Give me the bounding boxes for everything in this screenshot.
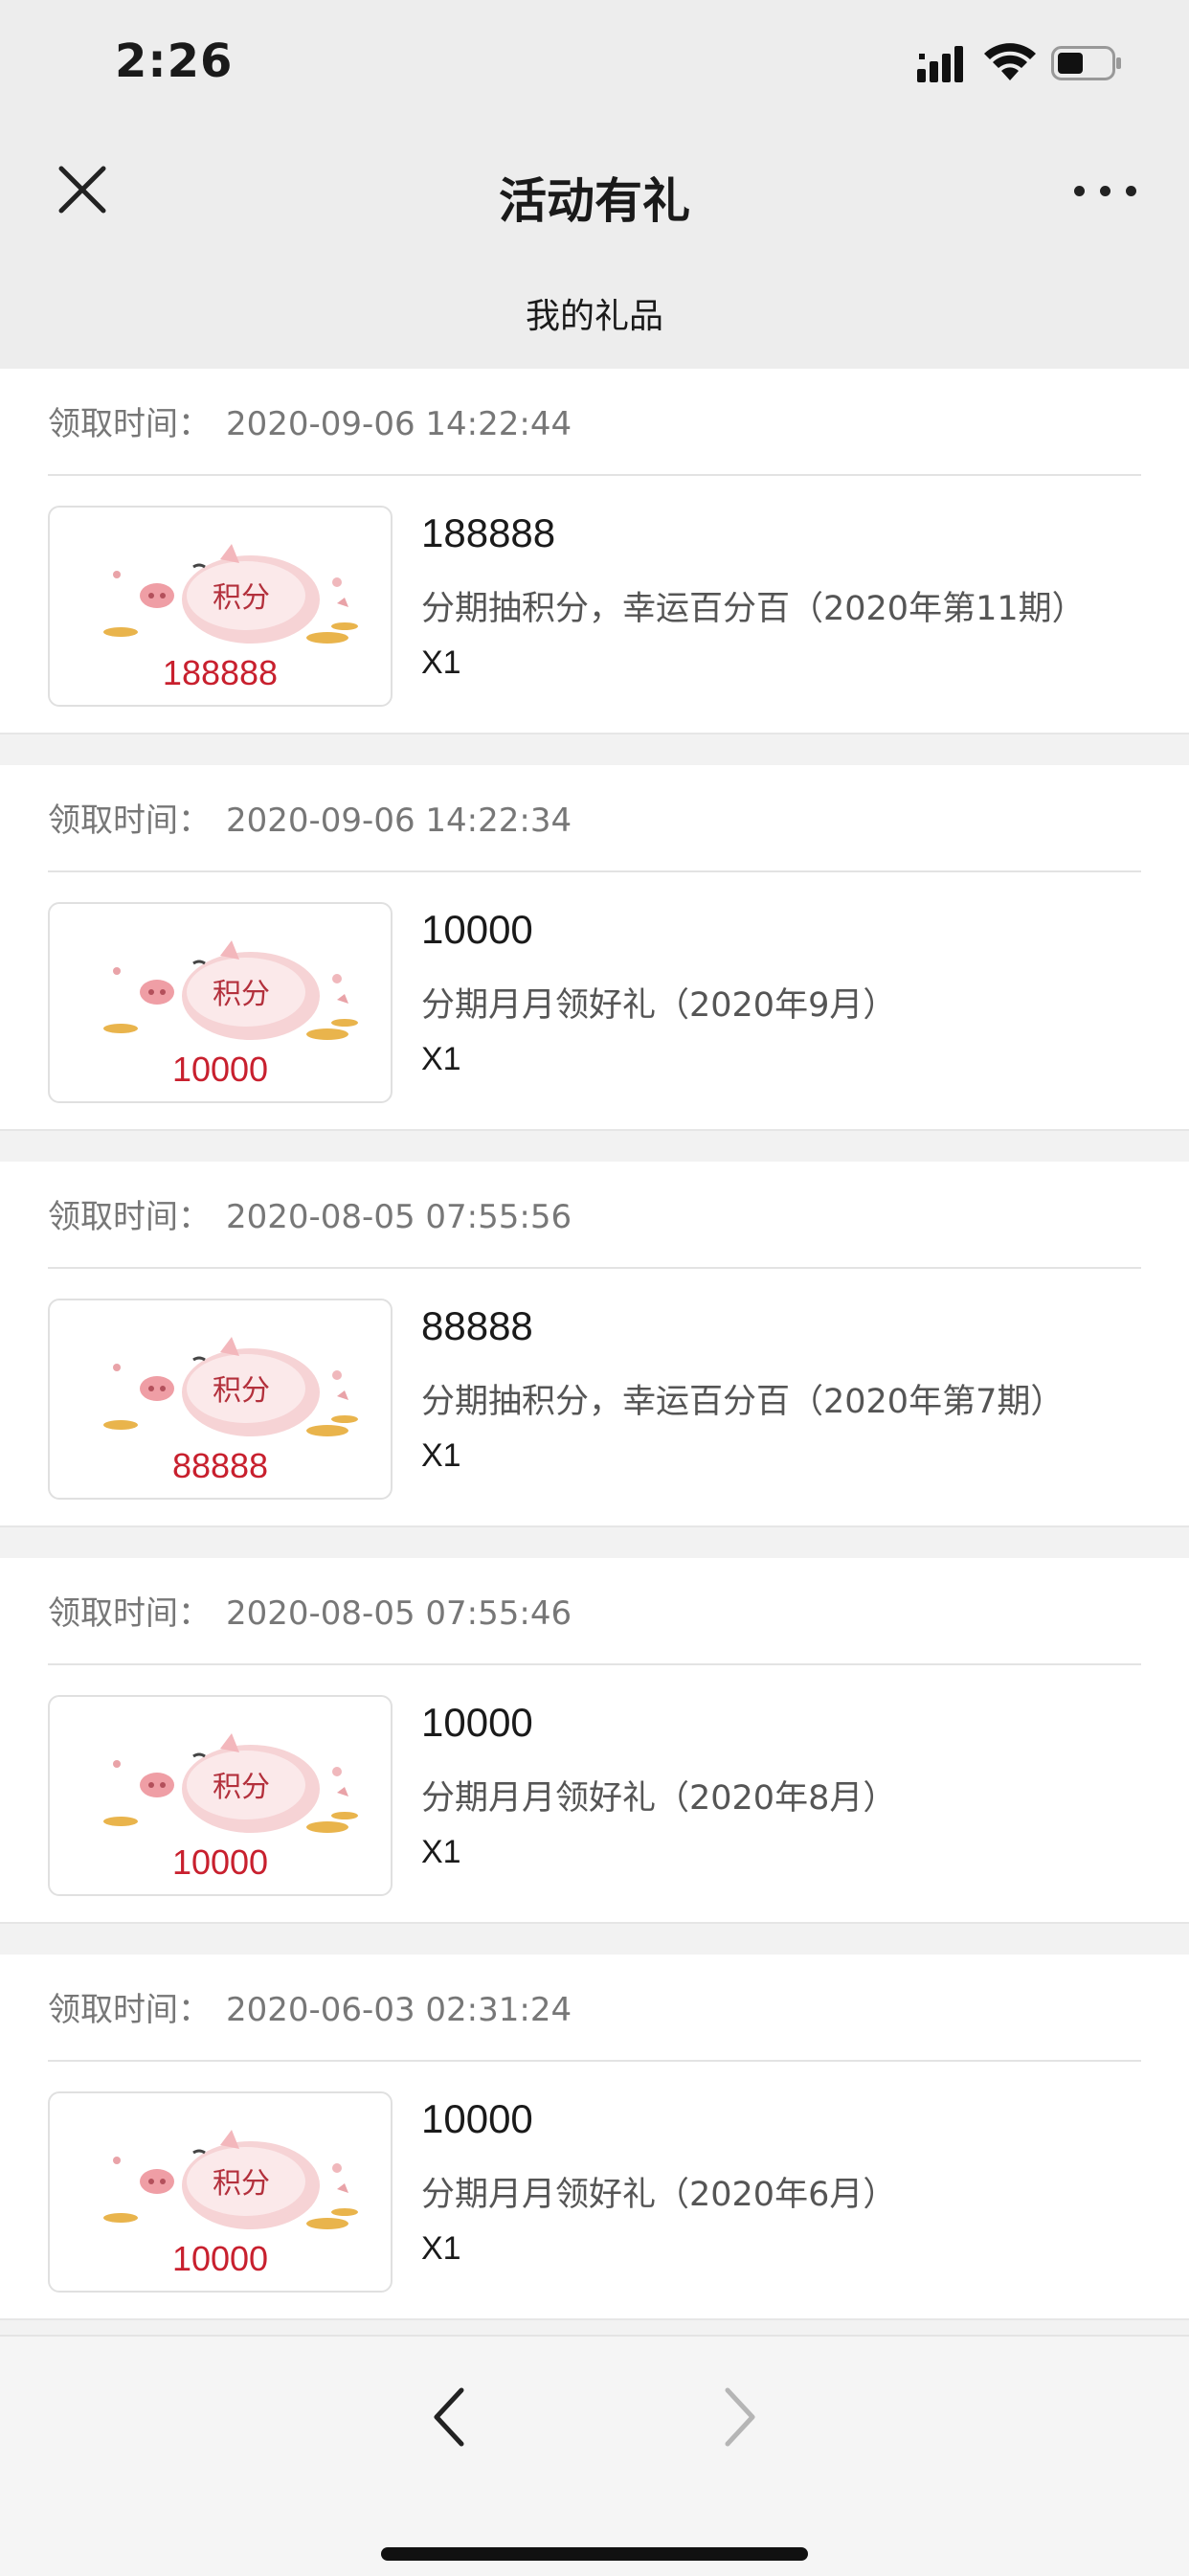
gift-description: 分期月月领好礼（2020年6月） xyxy=(421,2176,897,2214)
divider xyxy=(48,2060,1141,2062)
thumbnail-points: 10000 xyxy=(171,2239,269,2278)
chevron-left-icon[interactable] xyxy=(421,2381,479,2453)
gift-thumbnail: 积分 10000 xyxy=(48,1695,393,1896)
claim-time-label: 领取时间： xyxy=(48,405,211,443)
gift-thumbnail: 积分 188888 xyxy=(48,506,393,707)
gift-amount: 10000 xyxy=(421,1700,533,1745)
battery-icon xyxy=(1051,46,1121,80)
gift-card[interactable]: 领取时间： 2020-09-06 14:22:34 积分 10000 10000 … xyxy=(0,765,1189,1131)
bottom-toolbar xyxy=(0,2335,1189,2576)
divider xyxy=(48,474,1141,476)
wifi-icon xyxy=(984,43,1036,80)
gift-amount: 10000 xyxy=(421,907,533,952)
claim-time-value: 2020-08-05 07:55:46 xyxy=(226,1594,572,1633)
gift-card[interactable]: 领取时间： 2020-08-05 07:55:56 积分 88888 88888 … xyxy=(0,1162,1189,1527)
gift-description: 分期月月领好礼（2020年8月） xyxy=(421,1779,897,1818)
claim-time-value: 2020-06-03 02:31:24 xyxy=(226,1991,572,2029)
gift-card[interactable]: 领取时间： 2020-08-05 07:55:46 积分 10000 10000 … xyxy=(0,1558,1189,1924)
claim-time-label: 领取时间： xyxy=(48,1198,211,1236)
gift-thumbnail: 积分 10000 xyxy=(48,2091,393,2293)
gift-description: 分期抽积分，幸运百分百（2020年第7期） xyxy=(421,1383,1065,1421)
gift-quantity: X1 xyxy=(421,644,461,681)
gift-amount: 88888 xyxy=(421,1303,533,1348)
gift-thumbnail: 积分 88888 xyxy=(48,1299,393,1500)
claim-time-label: 领取时间： xyxy=(48,1991,211,2029)
divider xyxy=(48,1267,1141,1269)
nav-bar: 活动有礼 xyxy=(0,124,1189,254)
divider xyxy=(48,870,1141,872)
thumbnail-points: 88888 xyxy=(171,1446,269,1485)
cellular-signal-icon xyxy=(917,46,963,82)
gift-amount: 10000 xyxy=(421,2096,533,2141)
gift-quantity: X1 xyxy=(421,1834,461,1870)
badge-label: 积分 xyxy=(213,1374,270,1408)
gift-quantity: X1 xyxy=(421,1437,461,1474)
badge-label: 积分 xyxy=(213,581,270,615)
gift-thumbnail: 积分 10000 xyxy=(48,902,393,1103)
thumbnail-points: 10000 xyxy=(171,1842,269,1882)
gift-description: 分期月月领好礼（2020年9月） xyxy=(421,986,897,1025)
divider xyxy=(48,1663,1141,1665)
section-title: 我的礼品 xyxy=(525,297,663,336)
claim-time-value: 2020-08-05 07:55:56 xyxy=(226,1198,572,1236)
gift-card[interactable]: 领取时间： 2020-06-03 02:31:24 积分 10000 10000 … xyxy=(0,1955,1189,2320)
home-indicator[interactable] xyxy=(381,2547,808,2561)
gift-amount: 188888 xyxy=(421,510,556,555)
gift-card[interactable]: 领取时间： 2020-09-06 14:22:44 积分 188888 18888… xyxy=(0,369,1189,734)
page-title: 活动有礼 xyxy=(499,173,690,229)
sub-header: 我的礼品 xyxy=(0,254,1189,369)
badge-label: 积分 xyxy=(213,978,270,1011)
thumbnail-points: 10000 xyxy=(171,1050,269,1089)
claim-time-row: 领取时间： 2020-09-06 14:22:34 xyxy=(48,794,572,841)
claim-time-label: 领取时间： xyxy=(48,1594,211,1633)
claim-time-row: 领取时间： 2020-09-06 14:22:44 xyxy=(48,397,572,444)
claim-time-label: 领取时间： xyxy=(48,802,211,840)
gift-quantity: X1 xyxy=(421,1041,461,1077)
claim-time-row: 领取时间： 2020-06-03 02:31:24 xyxy=(48,1983,572,2030)
claim-time-row: 领取时间： 2020-08-05 07:55:46 xyxy=(48,1587,572,1634)
status-time: 2:26 xyxy=(115,34,234,88)
claim-time-row: 领取时间： 2020-08-05 07:55:56 xyxy=(48,1190,572,1237)
claim-time-value: 2020-09-06 14:22:34 xyxy=(226,802,572,840)
more-dots-icon[interactable] xyxy=(1072,176,1139,205)
claim-time-value: 2020-09-06 14:22:44 xyxy=(226,405,572,443)
badge-label: 积分 xyxy=(213,2167,270,2201)
thumbnail-points: 188888 xyxy=(162,653,279,692)
gift-quantity: X1 xyxy=(421,2230,461,2267)
gift-description: 分期抽积分，幸运百分百（2020年第11期） xyxy=(421,590,1086,628)
status-bar: 2:26 xyxy=(0,0,1189,124)
chevron-right-icon[interactable] xyxy=(710,2381,768,2453)
badge-label: 积分 xyxy=(213,1771,270,1804)
